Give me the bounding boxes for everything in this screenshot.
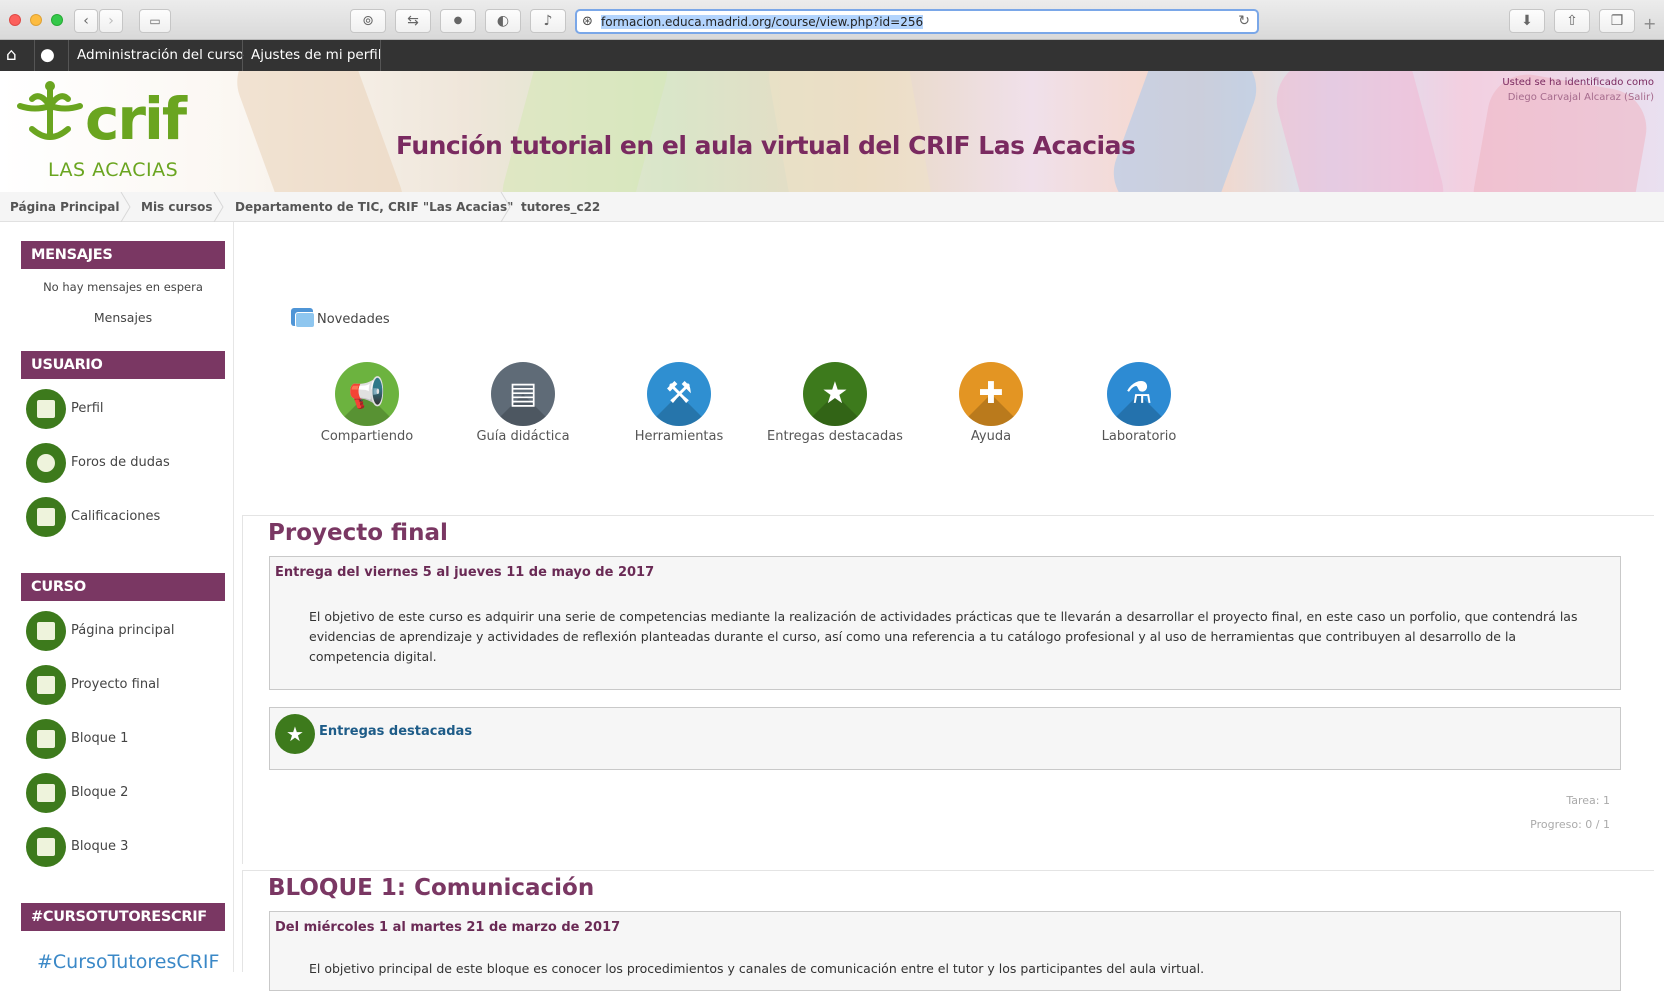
summary-heading: Del miércoles 1 al martes 21 de marzo de… [275, 920, 621, 935]
tile-guia-didactica[interactable]: ▤ Guía didáctica [448, 362, 598, 444]
course-content: Novedades 📢 Compartiendo ▤ Guía didáctic… [242, 222, 1664, 991]
summary-text: El objetivo principal de este bloque es … [309, 961, 1205, 976]
sidebar-item-home[interactable]: Página principal [26, 611, 226, 653]
new-tab-icon[interactable]: + [1643, 14, 1656, 33]
close-window-button[interactable] [9, 14, 21, 26]
summary-heading: Entrega del viernes 5 al jueves 11 de ma… [275, 565, 655, 580]
sidebar-item-block-1[interactable]: Bloque 1 [26, 719, 226, 761]
book-icon [26, 665, 66, 705]
forward-button[interactable]: › [99, 9, 123, 33]
breadcrumb-home[interactable]: Página Principal [10, 200, 120, 214]
tile-compartiendo[interactable]: 📢 Compartiendo [292, 362, 442, 444]
tile-entregas-destacadas[interactable]: ★ Entregas destacadas [760, 362, 910, 444]
shortcut-icon[interactable]: ⇆ [395, 9, 431, 33]
address-bar[interactable]: ⊛ formacion.educa.madrid.org/course/view… [575, 9, 1259, 34]
progress-count: Progreso: 0 / 1 [1530, 818, 1610, 831]
nav-course-admin[interactable]: Administración del curso [77, 47, 244, 63]
maximize-window-button[interactable] [51, 14, 63, 26]
adblock-icon[interactable]: ● [440, 9, 476, 33]
share-icon[interactable]: ⇧ [1554, 9, 1590, 33]
sidebar-item-block-2[interactable]: Bloque 2 [26, 773, 226, 815]
book-icon [26, 719, 66, 759]
sidebar-toggle-icon[interactable]: ▭ [139, 9, 171, 33]
extension-icon[interactable]: ♪ [530, 9, 566, 33]
section-title: BLOQUE 1: Comunicación [268, 875, 595, 901]
section-summary: Del miércoles 1 al martes 21 de marzo de… [269, 911, 1621, 991]
block-title-user: USUARIO [21, 351, 225, 379]
pinterest-icon[interactable]: ⊚ [350, 9, 386, 33]
downloads-icon[interactable]: ⬇ [1509, 9, 1545, 33]
notebook-icon: ▤ [491, 362, 555, 426]
login-info: Usted se ha identificado como Diego Carv… [1502, 77, 1654, 105]
sidebar-item-profile[interactable]: Perfil [26, 389, 226, 431]
section-final-project: Proyecto final Entrega del viernes 5 al … [242, 515, 1654, 864]
summary-text: El objetivo de este curso es adquirir un… [309, 609, 1578, 664]
top-navbar: ⌂ ● Administración del curso Ajustes de … [0, 40, 1664, 71]
user-icon[interactable]: ● [40, 45, 55, 65]
book-icon [26, 773, 66, 813]
home-icon [26, 611, 66, 651]
logout-link[interactable]: Diego Carvajal Alcaraz (Salir) [1502, 90, 1654, 105]
url-text: formacion.educa.madrid.org/course/view.p… [601, 15, 924, 29]
breadcrumb: Página Principal Mis cursos Departamento… [0, 192, 1664, 222]
back-button[interactable]: ‹ [74, 9, 98, 33]
star-icon: ★ [275, 714, 315, 754]
tile-laboratorio[interactable]: ⚗ Laboratorio [1064, 362, 1214, 444]
task-count: Tarea: 1 [1566, 794, 1610, 807]
flask-icon: ⚗ [1107, 362, 1171, 426]
gradebook-icon [26, 497, 66, 537]
site-title: Función tutorial en el aula virtual del … [396, 131, 1136, 160]
tools-icon: ⚒ [647, 362, 711, 426]
no-messages-text: No hay mensajes en espera [43, 280, 203, 294]
tile-ayuda[interactable]: ✚ Ayuda [916, 362, 1066, 444]
left-sidebar: MENSAJES No hay mensajes en espera Mensa… [0, 222, 234, 973]
activity-link-entregas[interactable]: Entregas destacadas [319, 724, 472, 739]
logo-subtext: LAS ACACIAS [48, 159, 179, 181]
site-header: crif LAS ACACIAS Función tutorial en el … [0, 71, 1664, 192]
sidebar-item-grades[interactable]: Calificaciones [26, 497, 226, 539]
messages-link[interactable]: Mensajes [21, 310, 225, 325]
home-icon[interactable]: ⌂ [6, 45, 17, 65]
block-title-course: CURSO [21, 573, 225, 601]
tile-herramientas[interactable]: ⚒ Herramientas [604, 362, 754, 444]
block-title-messages: MENSAJES [21, 241, 225, 269]
book-icon [26, 827, 66, 867]
sidebar-item-block-3[interactable]: Bloque 3 [26, 827, 226, 869]
logo-text: crif [85, 85, 187, 153]
crif-emblem-icon [17, 81, 83, 140]
breadcrumb-my-courses[interactable]: Mis cursos [141, 200, 212, 214]
site-icon: ⊛ [582, 14, 593, 29]
profile-icon [26, 389, 66, 429]
minimize-window-button[interactable] [30, 14, 42, 26]
megaphone-icon: 📢 [335, 362, 399, 426]
help-icon: ✚ [959, 362, 1023, 426]
activity-row: ★ Entregas destacadas [269, 707, 1621, 770]
tabs-icon[interactable]: ❐ [1599, 9, 1635, 33]
section-summary: Entrega del viernes 5 al jueves 11 de ma… [269, 556, 1621, 690]
browser-toolbar: ‹ › ▭ ⊚ ⇆ ● ◐ ♪ ⊛ formacion.educa.madrid… [0, 0, 1664, 40]
breadcrumb-course[interactable]: tutores_c22 [521, 200, 600, 214]
group-icon [26, 443, 66, 483]
sidebar-item-final-project[interactable]: Proyecto final [26, 665, 226, 707]
hashtag-link[interactable]: #CursoTutoresCRIF [37, 951, 219, 973]
opera-icon[interactable]: ◐ [485, 9, 521, 33]
breadcrumb-department[interactable]: Departamento de TIC, CRIF "Las Acacias" [235, 200, 513, 214]
block-title-hashtag: #CURSOTUTORESCRIF [21, 903, 225, 931]
section-block-1: BLOQUE 1: Comunicación Del miércoles 1 a… [242, 870, 1654, 991]
nav-profile-settings[interactable]: Ajustes de mi perfil [251, 47, 382, 63]
section-title: Proyecto final [268, 520, 448, 546]
star-icon: ★ [803, 362, 867, 426]
reload-icon[interactable]: ↻ [1238, 13, 1250, 29]
crif-logo[interactable]: crif LAS ACACIAS [10, 81, 200, 181]
sidebar-item-forums[interactable]: Foros de dudas [26, 443, 226, 485]
